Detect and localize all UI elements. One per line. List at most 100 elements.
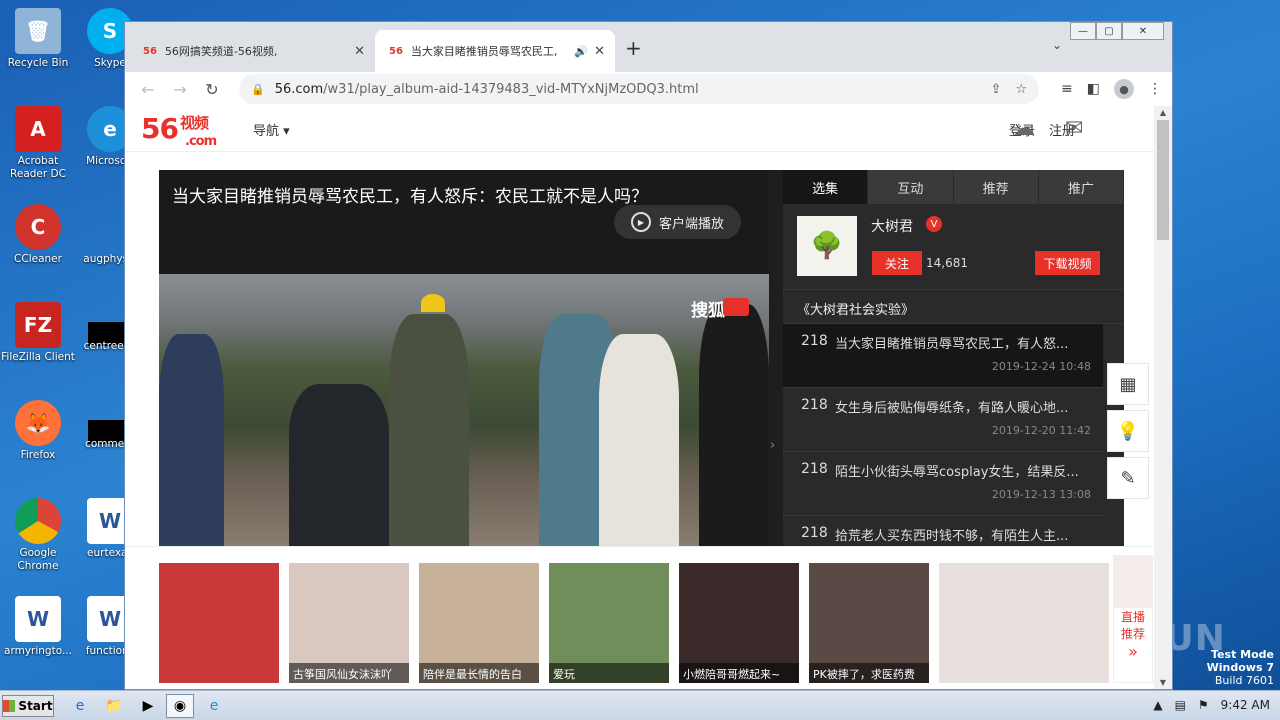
- system-tray: ▲ ▤ ⚑ 9:42 AM: [1153, 698, 1270, 712]
- episode-item[interactable]: 218 陌生小伙街头辱骂cosplay女生，结果反... 2019-12-13 …: [783, 452, 1103, 516]
- play-icon: ▶: [630, 212, 651, 232]
- speaker-icon[interactable]: 🔊: [574, 45, 588, 58]
- site-favicon-icon: 56: [143, 45, 157, 57]
- video-person: [421, 294, 445, 312]
- author-card: 🌳 大树君 V 关注 14,681 下载视频: [783, 204, 1124, 290]
- episode-item[interactable]: 218 女生身后被贴侮辱纸条，有路人暖心地... 2019-12-20 11:4…: [783, 388, 1103, 452]
- live-thumbnail[interactable]: 小燃陪哥哥燃起来~: [679, 563, 799, 683]
- download-video-button[interactable]: 下载视频: [1035, 251, 1100, 275]
- clock[interactable]: 9:42 AM: [1221, 698, 1270, 712]
- live-thumbnail[interactable]: PK被摔了，求医药费: [809, 563, 929, 683]
- network-icon[interactable]: ▤: [1175, 698, 1186, 712]
- lightbulb-icon[interactable]: 💡: [1107, 410, 1149, 452]
- window-controls: — ▢ ✕: [1070, 22, 1164, 40]
- desktop-icon-filezilla[interactable]: FZ FileZilla Client: [0, 302, 76, 364]
- chrome-taskbar-icon[interactable]: ◉: [166, 694, 194, 718]
- ie-icon[interactable]: e: [66, 694, 94, 718]
- live-avatar: [1114, 556, 1152, 608]
- scrollbar-thumb[interactable]: [1157, 120, 1169, 240]
- lock-icon[interactable]: 🔒: [251, 83, 265, 96]
- collapse-sidebar-icon[interactable]: ›: [770, 438, 775, 453]
- url-path: /w31/play_album-aid-14379483_vid-MTYxNjM…: [323, 81, 699, 97]
- video-player[interactable]: 搜狐: [159, 274, 769, 550]
- close-window-button[interactable]: ✕: [1122, 22, 1164, 40]
- upload-cloud-icon[interactable]: ☁: [1013, 116, 1035, 141]
- page-scrollbar[interactable]: ▲ ▼: [1154, 106, 1172, 689]
- filezilla-icon: FZ: [15, 302, 61, 348]
- episode-sidebar: 选集 互动 推荐 推广 🌳 大树君 V 关注 14,681 下载视频 《大树君社…: [783, 170, 1124, 580]
- tab-video[interactable]: 56 当大家目睹推销员辱骂农民工, 🔊 ✕: [375, 30, 615, 72]
- author-name[interactable]: 大树君: [871, 216, 913, 236]
- scroll-down-icon[interactable]: ▼: [1154, 678, 1172, 687]
- mail-icon[interactable]: ✉: [1065, 116, 1083, 141]
- follow-button[interactable]: 关注: [872, 251, 922, 275]
- tab-56-funny[interactable]: 56 56网搞笑频道-56视频, ✕: [129, 30, 375, 72]
- desktop-icon-firefox[interactable]: 🦊 Firefox: [0, 400, 76, 462]
- desktop-icon-recycle-bin[interactable]: 🗑 Recycle Bin: [0, 8, 76, 70]
- tab-episodes[interactable]: 选集: [783, 170, 869, 204]
- live-thumbnail[interactable]: 古筝国风仙女沫沫吖: [289, 563, 409, 683]
- acrobat-icon: A: [15, 106, 61, 152]
- action-center-flag-icon[interactable]: ⚑: [1198, 698, 1209, 712]
- video-person: [389, 314, 469, 550]
- forward-button[interactable]: →: [167, 80, 193, 99]
- tab-close-icon[interactable]: ✕: [594, 44, 605, 59]
- maximize-button[interactable]: ▢: [1096, 22, 1122, 40]
- explorer-folder-icon[interactable]: 📁: [100, 694, 128, 718]
- tab-close-icon[interactable]: ✕: [354, 44, 365, 59]
- site-favicon-icon: 56: [389, 45, 403, 57]
- video-person: [699, 304, 769, 550]
- reload-button[interactable]: ↻: [199, 80, 225, 99]
- episode-item[interactable]: 218 当大家目睹推销员辱骂农民工，有人怒... 2019-12-24 10:4…: [783, 324, 1103, 388]
- live-thumbnail[interactable]: [939, 563, 1109, 683]
- recycle-bin-icon: 🗑: [15, 8, 61, 54]
- share-icon[interactable]: ⇪: [990, 82, 1001, 97]
- floating-toolbar: ▦ 💡 ✎: [1107, 363, 1151, 504]
- live-recommend-panel[interactable]: 直播 推荐 »: [1113, 555, 1153, 683]
- menu-kebab-icon[interactable]: ⋮: [1148, 81, 1162, 97]
- tab-search-button[interactable]: ⌄: [1052, 38, 1062, 52]
- tab-title: 56网搞笑频道-56视频,: [164, 45, 278, 58]
- sohu-watermark: 搜狐: [691, 301, 725, 321]
- client-play-button[interactable]: ▶ 客户端播放: [614, 205, 741, 239]
- video-person: [159, 334, 224, 550]
- video-title: 当大家目睹推销员辱骂农民工，有人怒斥：农民工就不是人吗？: [172, 187, 648, 207]
- windows-flag-icon: [3, 700, 16, 712]
- edge-taskbar-icon[interactable]: e: [200, 694, 228, 718]
- side-panel-icon[interactable]: ◧: [1087, 81, 1100, 97]
- tray-expand-icon[interactable]: ▲: [1153, 698, 1162, 712]
- author-avatar[interactable]: 🌳: [797, 216, 857, 276]
- live-thumbnail[interactable]: [159, 563, 279, 683]
- browser-window: 56 56网搞笑频道-56视频, ✕ 56 当大家目睹推销员辱骂农民工, 🔊 ✕…: [124, 21, 1173, 690]
- back-button[interactable]: ←: [135, 80, 161, 99]
- profile-avatar-icon[interactable]: ●: [1114, 79, 1134, 99]
- live-thumbnail[interactable]: 爱玩: [549, 563, 669, 683]
- desktop-icon-ccleaner[interactable]: C CCleaner: [0, 204, 76, 266]
- browser-toolbar: ← → ↻ 🔒 56.com/w31/play_album-aid-143794…: [125, 72, 1172, 106]
- desktop-icon-chrome[interactable]: Google Chrome: [0, 498, 76, 573]
- desktop-icon-armyringto[interactable]: W armyringto...: [0, 596, 76, 658]
- live-thumbnail[interactable]: 陪伴是最长情的告白: [419, 563, 539, 683]
- media-player-icon[interactable]: ▶: [134, 694, 162, 718]
- tab-promote[interactable]: 推广: [1038, 170, 1124, 204]
- minimize-button[interactable]: —: [1070, 22, 1096, 40]
- site-logo[interactable]: 56 视频 .com: [141, 112, 217, 149]
- site-nav-menu[interactable]: 导航 ▾: [253, 120, 290, 139]
- address-bar[interactable]: 🔒 56.com/w31/play_album-aid-14379483_vid…: [239, 74, 1040, 104]
- scroll-up-icon[interactable]: ▲: [1154, 108, 1172, 117]
- feedback-edit-icon[interactable]: ✎: [1107, 457, 1149, 499]
- more-arrow-icon[interactable]: »: [1114, 642, 1152, 661]
- album-title[interactable]: 《大树君社会实验》: [783, 290, 1124, 324]
- new-tab-button[interactable]: +: [625, 36, 642, 60]
- taskbar: Start e 📁 ▶ ◉ e ▲ ▤ ⚑ 9:42 AM: [0, 690, 1280, 720]
- media-control-icon[interactable]: ≡: [1061, 81, 1073, 97]
- bookmark-star-icon[interactable]: ☆: [1015, 82, 1027, 97]
- test-mode-watermark: Test Mode Windows 7 Build 7601: [1206, 648, 1274, 687]
- desktop-icon-acrobat[interactable]: A Acrobat Reader DC: [0, 106, 76, 181]
- episode-list: 218 当大家目睹推销员辱骂农民工，有人怒... 2019-12-24 10:4…: [783, 324, 1103, 580]
- tab-interact[interactable]: 互动: [868, 170, 954, 204]
- firefox-icon: 🦊: [15, 400, 61, 446]
- qr-code-icon[interactable]: ▦: [1107, 363, 1149, 405]
- tab-recommend[interactable]: 推荐: [953, 170, 1039, 204]
- start-button[interactable]: Start: [2, 695, 54, 717]
